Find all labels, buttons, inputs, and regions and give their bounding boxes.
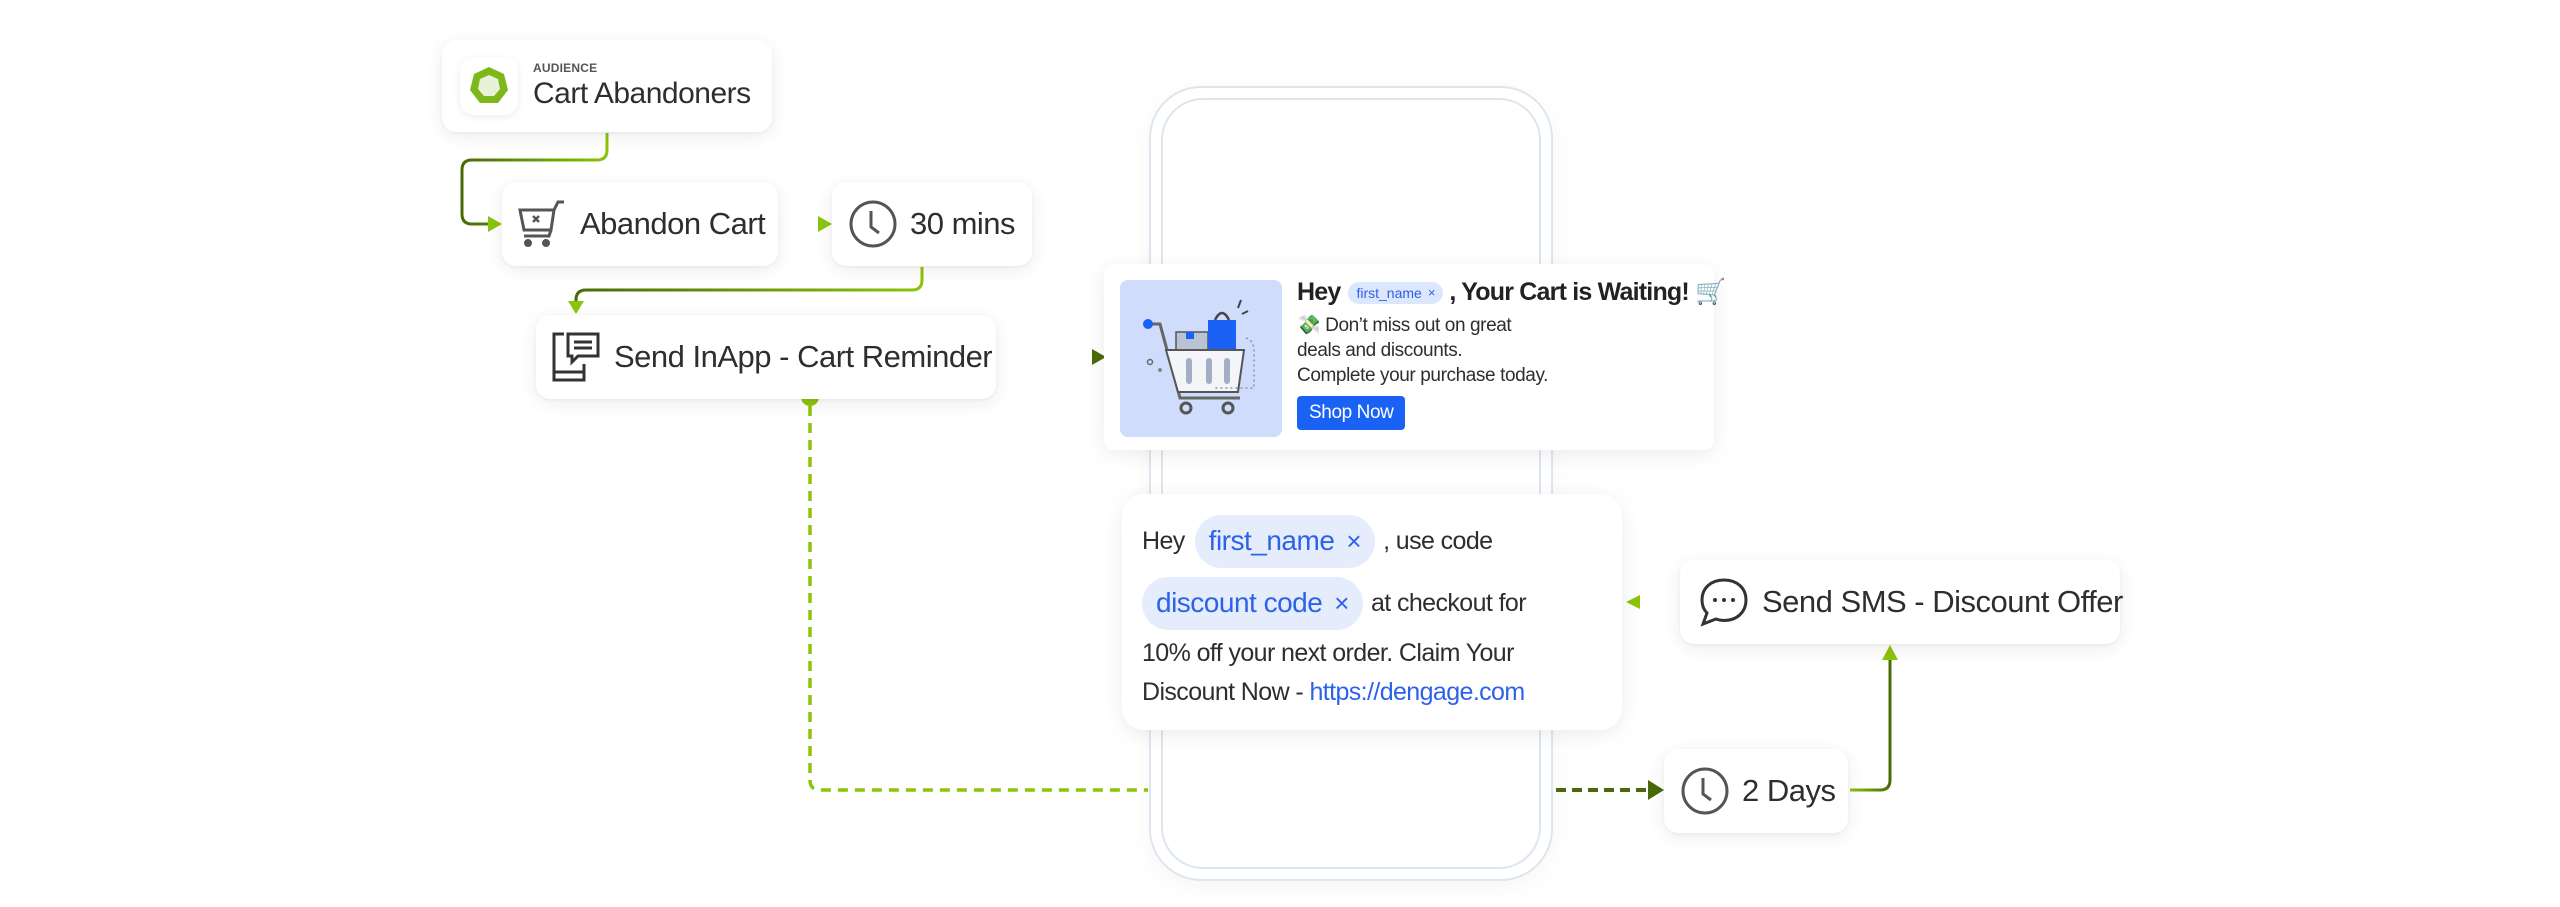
wait-2-days-node[interactable]: 2 Days xyxy=(1664,749,1848,833)
inapp-title-prefix: Hey xyxy=(1297,278,1341,306)
arrow-head xyxy=(488,216,502,232)
wait-30-label: 30 mins xyxy=(910,206,1016,241)
mobile-message-icon xyxy=(550,330,602,384)
inapp-message-preview: Hey first_name × , Your Cart is Waiting!… xyxy=(1104,264,1726,450)
shopping-cart-illustration xyxy=(1120,280,1282,437)
connectors xyxy=(460,133,1898,800)
clock-icon xyxy=(848,199,898,249)
send-sms-label: Send SMS - Discount Offer xyxy=(1762,584,2123,619)
connector-wait2-to-sms xyxy=(1850,660,1892,792)
arrow-head xyxy=(1882,645,1898,660)
sms-line-4: Discount Now - https://dengage.com xyxy=(1142,673,1604,712)
chip-label: first_name xyxy=(1356,284,1422,301)
wait-2-days-label: 2 Days xyxy=(1742,773,1836,808)
wait-30-mins-node[interactable]: 30 mins xyxy=(832,182,1032,266)
remove-chip-icon[interactable]: × xyxy=(1428,285,1436,300)
cart-remove-icon xyxy=(516,198,568,250)
sms-line-3: 10% off your next order. Claim Your xyxy=(1142,639,1514,667)
inapp-line-1: 💸 Don’t miss out on great xyxy=(1297,315,1512,336)
inapp-line-2: deals and discounts. xyxy=(1297,340,1463,361)
clock-icon xyxy=(1680,766,1730,816)
sms-link[interactable]: https://dengage.com xyxy=(1309,678,1525,706)
arrow-head xyxy=(818,216,832,232)
arrow-head xyxy=(568,301,584,314)
sms-mid-text: , use code xyxy=(1383,526,1493,555)
chip-label: discount code xyxy=(1156,587,1323,618)
connector-wait-to-inapp xyxy=(574,267,924,304)
sms-line-4-prefix: Discount Now - xyxy=(1142,678,1310,706)
send-sms-node[interactable]: Send SMS - Discount Offer xyxy=(1680,560,2123,644)
abandon-cart-label: Abandon Cart xyxy=(580,206,766,241)
first-name-chip[interactable]: first_name × xyxy=(1348,281,1444,304)
audience-node[interactable]: AUDIENCE Cart Abandoners xyxy=(442,40,772,132)
inapp-title-suffix: , Your Cart is Waiting! 🛒 xyxy=(1449,278,1726,306)
abandon-cart-node[interactable]: Abandon Cart xyxy=(502,182,778,266)
arrow-head xyxy=(1648,780,1664,800)
chip-label: first_name xyxy=(1208,525,1335,556)
inapp-line-3: Complete your purchase today. xyxy=(1297,365,1549,386)
inapp-title: Hey first_name × , Your Cart is Waiting!… xyxy=(1297,278,1726,307)
connector-inapp-dashed xyxy=(808,406,1148,792)
audience-title: Cart Abandoners xyxy=(533,77,751,110)
sms-message-preview: Hey first_name × , use code discount cod… xyxy=(1122,494,1622,730)
heptagon-audience-icon xyxy=(460,57,518,115)
discount-code-chip[interactable]: discount code × xyxy=(1142,576,1363,630)
first-name-chip[interactable]: first_name × xyxy=(1194,514,1376,568)
audience-kicker: AUDIENCE xyxy=(533,61,598,75)
sms-prefix: Hey xyxy=(1142,526,1185,555)
remove-chip-icon[interactable]: × xyxy=(1346,526,1361,557)
arrow-head xyxy=(1626,595,1640,609)
remove-chip-icon[interactable]: × xyxy=(1334,588,1349,619)
sms-after-chip-text: at checkout for xyxy=(1370,588,1527,617)
send-inapp-label: Send InApp - Cart Reminder xyxy=(614,339,993,374)
shop-now-button[interactable]: Shop Now xyxy=(1297,396,1406,430)
chat-bubble-icon xyxy=(1698,576,1750,628)
send-inapp-node[interactable]: Send InApp - Cart Reminder xyxy=(536,315,996,399)
